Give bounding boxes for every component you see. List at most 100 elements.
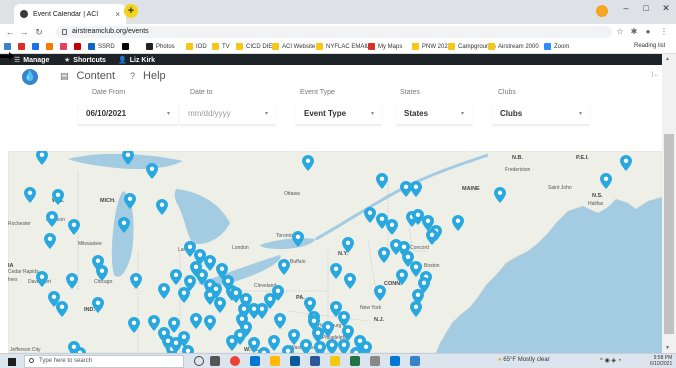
bookmark-item[interactable]: Photos [146,43,175,50]
extensions-icon[interactable]: ✱ [628,26,640,38]
outlook-icon[interactable] [290,356,300,366]
map-pin-icon[interactable] [376,173,388,189]
map-pin-icon[interactable] [92,297,104,313]
system-tray-icons[interactable]: ^ ◉ ◈ ◔ [600,357,621,364]
profile-avatar-icon[interactable]: ● [642,26,654,38]
bookmark-item[interactable]: Airstream 2000 [488,43,539,50]
event-type-select[interactable]: Event Type ▾ [296,103,382,125]
map-pin-icon[interactable] [36,271,48,287]
map-pin-icon[interactable] [128,317,140,333]
nav-content[interactable]: ▤ Content [60,70,115,82]
map-pin-icon[interactable] [322,321,334,337]
map-pin-icon[interactable] [344,273,356,289]
map-pin-icon[interactable] [364,207,376,223]
map-pin-icon[interactable] [292,231,304,247]
edge-icon[interactable] [250,356,260,366]
folder-icon[interactable] [330,356,340,366]
bookmark-item[interactable]: SSRD [88,43,115,50]
menu-icon[interactable]: ⋮ [658,26,670,38]
map-pin-icon[interactable] [66,273,78,289]
maximize-button[interactable]: □ [638,3,654,13]
star-icon[interactable]: ☆ [614,26,626,38]
map-pin-icon[interactable] [330,263,342,279]
map-pin-icon[interactable] [182,345,194,353]
map-pin-icon[interactable] [44,233,56,249]
map-pin-icon[interactable] [386,219,398,235]
bookmark-item[interactable] [4,43,14,50]
date-from-field[interactable]: 06/10/2021 ▾ [78,103,178,125]
states-select[interactable]: States ▾ [396,103,472,125]
photos-icon[interactable] [370,356,380,366]
scroll-up-arrow-icon[interactable]: ▲ [665,56,670,62]
map-pin-icon[interactable] [342,237,354,253]
map-pin-icon[interactable] [36,151,48,165]
file-explorer-icon[interactable] [270,356,280,366]
map-pin-icon[interactable] [214,297,226,313]
map-pin-icon[interactable] [52,189,64,205]
browser-tab[interactable]: Event Calendar | ACI × [14,4,126,24]
bookmark-item[interactable] [60,43,70,50]
map-pin-icon[interactable] [68,219,80,235]
events-map[interactable]: WIS.MICH.OttawaMAINEN.B.P.E.I.Fredericto… [8,151,662,353]
tab-close-icon[interactable]: × [115,10,120,19]
forward-arrow-icon[interactable]: → [18,26,30,38]
bookmark-item[interactable]: NYFLAC EMAIL [316,43,369,50]
new-tab-button[interactable]: + [124,4,138,18]
taskbar-search-input[interactable]: Type here to search [24,355,184,368]
nav-help[interactable]: ? Help [130,70,166,82]
bookmark-item[interactable]: ACI Website [272,43,315,50]
map-pin-icon[interactable] [396,269,408,285]
map-pin-icon[interactable] [278,259,290,275]
date-to-field[interactable]: mm/dd/yyyy ▾ [180,103,276,125]
map-pin-icon[interactable] [130,273,142,289]
map-pin-icon[interactable] [302,155,314,171]
map-pin-icon[interactable] [338,339,350,353]
close-window-button[interactable]: ✕ [658,3,674,14]
map-pin-icon[interactable] [178,287,190,303]
reload-icon[interactable]: ↻ [33,26,45,38]
map-pin-icon[interactable] [118,217,130,233]
excel-icon[interactable] [350,356,360,366]
map-pin-icon[interactable] [56,301,68,317]
map-pin-icon[interactable] [248,303,260,319]
bookmark-item[interactable] [74,43,84,50]
bookmark-item[interactable]: Zoom [544,43,569,50]
map-pin-icon[interactable] [96,265,108,281]
word-icon[interactable] [310,356,320,366]
map-pin-icon[interactable] [314,341,326,353]
drupal-logo-icon[interactable]: 💧 [22,69,38,85]
bookmark-item[interactable] [46,43,56,50]
cortana-icon[interactable] [194,356,204,366]
map-pin-icon[interactable] [124,193,136,209]
bookmark-item[interactable]: IOD [186,43,207,50]
map-pin-icon[interactable] [452,215,464,231]
store-icon[interactable] [390,356,400,366]
map-pin-icon[interactable] [46,211,58,227]
map-pin-icon[interactable] [122,151,134,165]
collapse-toggle[interactable]: |← [652,72,660,78]
map-pin-icon[interactable] [282,345,294,353]
taskbar-clock[interactable]: 9:58 PM 6/10/2021 [650,355,672,367]
windows-start-icon[interactable] [8,358,16,366]
manage-menu[interactable]: ☰ Manage [14,56,49,65]
user-menu[interactable]: 👤 Liz Kirk [118,56,155,65]
bookmark-item[interactable]: CICD DIET [236,43,276,50]
scrollbar-thumb[interactable] [664,134,674,334]
map-pin-icon[interactable] [494,187,506,203]
map-pin-icon[interactable] [326,339,338,353]
task-view-icon[interactable] [210,356,220,366]
map-pin-icon[interactable] [418,277,430,293]
profile-badge-icon[interactable] [596,5,608,17]
clubs-select[interactable]: Clubs ▾ [492,103,590,125]
bookmark-item[interactable]: My Maps [368,43,402,50]
map-pin-icon[interactable] [158,283,170,299]
bookmark-item[interactable] [122,43,132,50]
map-pin-icon[interactable] [600,173,612,189]
map-pin-icon[interactable] [620,155,632,171]
map-pin-icon[interactable] [190,313,202,329]
map-pin-icon[interactable] [410,181,422,197]
reading-list-button[interactable]: Reading list [634,43,665,49]
map-pin-icon[interactable] [360,341,372,353]
chrome-icon[interactable] [230,356,240,366]
back-arrow-icon[interactable]: ← [4,26,16,38]
